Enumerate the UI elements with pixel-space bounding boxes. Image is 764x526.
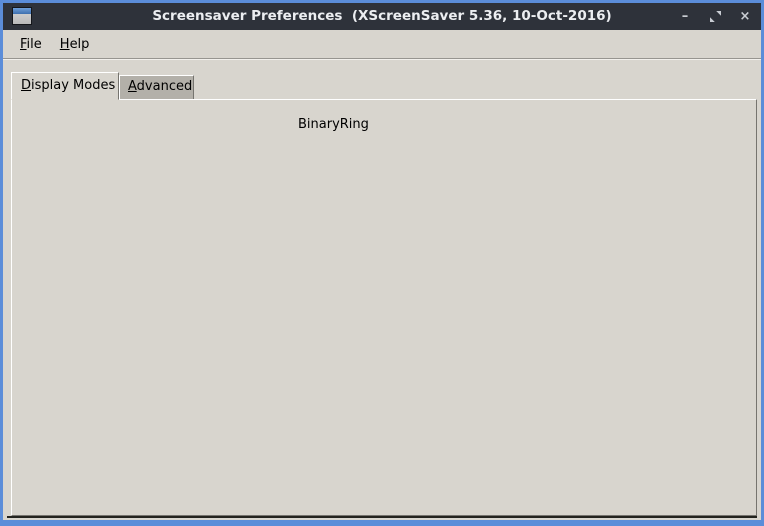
close-button[interactable]: × — [737, 9, 753, 25]
maximize-icon — [709, 10, 722, 23]
tab-advanced-label: Advanced — [128, 79, 192, 94]
screensaver-preferences-window: Screensaver Preferences (XScreenSaver 5.… — [3, 3, 761, 520]
menubar: File Help — [3, 30, 761, 59]
window-bottom-edge — [7, 516, 757, 518]
titlebar[interactable]: Screensaver Preferences (XScreenSaver 5.… — [3, 3, 761, 30]
tab-display-modes-label: Display Modes — [21, 78, 115, 93]
minimize-button[interactable]: – — [677, 9, 693, 25]
tab-advanced[interactable]: Advanced — [119, 75, 194, 100]
window-title: Screensaver Preferences (XScreenSaver 5.… — [3, 3, 761, 30]
tab-display-modes[interactable]: Display Modes — [11, 72, 119, 100]
preview-groupbox-title: BinaryRing — [295, 117, 372, 132]
window-controls: – × — [677, 3, 753, 30]
display-modes-page — [11, 99, 757, 516]
window-frame: Screensaver Preferences (XScreenSaver 5.… — [0, 0, 764, 526]
menu-help[interactable]: Help — [51, 33, 99, 56]
menu-file[interactable]: File — [11, 33, 51, 56]
maximize-button[interactable] — [707, 9, 723, 25]
